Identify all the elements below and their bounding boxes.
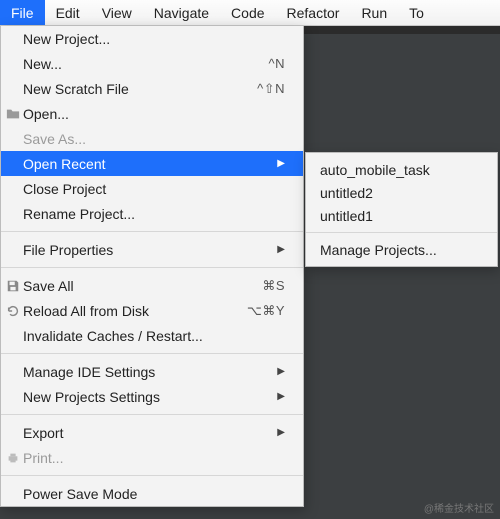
separator — [1, 414, 303, 415]
label: Rename Project... — [23, 206, 285, 222]
menu-item-open-recent[interactable]: Open Recent ▶ — [1, 151, 303, 176]
menu-tools[interactable]: To — [398, 0, 435, 25]
print-icon — [5, 450, 20, 465]
label: New Project... — [23, 31, 285, 47]
label: Save All — [23, 278, 262, 294]
menu-item-power-save[interactable]: Power Save Mode — [1, 481, 303, 506]
label: Export — [23, 425, 271, 441]
recent-project-item[interactable]: untitled1 — [306, 204, 497, 227]
folder-icon — [5, 106, 20, 121]
menu-run[interactable]: Run — [350, 0, 398, 25]
label: auto_mobile_task — [320, 162, 483, 178]
submenu-arrow-icon: ▶ — [277, 366, 285, 377]
menu-item-close-project[interactable]: Close Project — [1, 176, 303, 201]
shortcut: ^N — [269, 56, 286, 71]
submenu-arrow-icon: ▶ — [277, 158, 285, 169]
label: Save As... — [23, 131, 285, 147]
menu-item-manage-projects[interactable]: Manage Projects... — [306, 238, 497, 261]
menubar: File Edit View Navigate Code Refactor Ru… — [0, 0, 500, 26]
submenu-arrow-icon: ▶ — [277, 427, 285, 438]
label: New Projects Settings — [23, 389, 271, 405]
label: New Scratch File — [23, 81, 257, 97]
menu-file[interactable]: File — [0, 0, 45, 25]
menu-item-reload-all[interactable]: Reload All from Disk⌥⌘Y — [1, 298, 303, 323]
file-dropdown: New Project... New...^N New Scratch File… — [0, 26, 304, 507]
menu-item-print: Print... — [1, 445, 303, 470]
menu-view[interactable]: View — [91, 0, 143, 25]
menu-item-new-projects-settings[interactable]: New Projects Settings ▶ — [1, 384, 303, 409]
label: Reload All from Disk — [23, 303, 247, 319]
submenu-arrow-icon: ▶ — [277, 244, 285, 255]
menu-navigate[interactable]: Navigate — [143, 0, 220, 25]
label: Open... — [23, 106, 285, 122]
label: Close Project — [23, 181, 285, 197]
menu-item-manage-ide-settings[interactable]: Manage IDE Settings ▶ — [1, 359, 303, 384]
menu-item-new-project[interactable]: New Project... — [1, 26, 303, 51]
label: New... — [23, 56, 269, 72]
separator — [1, 353, 303, 354]
watermark: @稀金技术社区 — [424, 500, 494, 515]
label: Power Save Mode — [23, 486, 285, 502]
menu-item-open[interactable]: Open... — [1, 101, 303, 126]
menu-item-new[interactable]: New...^N — [1, 51, 303, 76]
menu-item-save-as: Save As... — [1, 126, 303, 151]
label: Manage Projects... — [320, 242, 483, 258]
shortcut: ⌥⌘Y — [247, 303, 285, 319]
shortcut: ⌘S — [262, 278, 285, 294]
menu-item-invalidate-caches[interactable]: Invalidate Caches / Restart... — [1, 323, 303, 348]
menu-edit[interactable]: Edit — [45, 0, 91, 25]
label: untitled2 — [320, 185, 483, 201]
reload-icon — [5, 303, 20, 318]
label: Open Recent — [23, 156, 271, 172]
label: Manage IDE Settings — [23, 364, 271, 380]
label: untitled1 — [320, 208, 483, 224]
menu-refactor[interactable]: Refactor — [276, 0, 351, 25]
menu-item-rename-project[interactable]: Rename Project... — [1, 201, 303, 226]
label: Print... — [23, 450, 285, 466]
separator — [1, 231, 303, 232]
label: Invalidate Caches / Restart... — [23, 328, 285, 344]
label: File Properties — [23, 242, 271, 258]
menu-code[interactable]: Code — [220, 0, 275, 25]
recent-project-item[interactable]: untitled2 — [306, 181, 497, 204]
separator — [1, 475, 303, 476]
separator — [306, 232, 497, 233]
recent-project-item[interactable]: auto_mobile_task — [306, 158, 497, 181]
shortcut: ^⇧N — [257, 81, 285, 97]
submenu-arrow-icon: ▶ — [277, 391, 285, 402]
menu-item-new-scratch[interactable]: New Scratch File^⇧N — [1, 76, 303, 101]
separator — [1, 267, 303, 268]
menu-item-export[interactable]: Export ▶ — [1, 420, 303, 445]
menu-item-save-all[interactable]: Save All⌘S — [1, 273, 303, 298]
menu-item-file-properties[interactable]: File Properties ▶ — [1, 237, 303, 262]
open-recent-submenu: auto_mobile_task untitled2 untitled1 Man… — [305, 152, 498, 267]
save-icon — [5, 278, 20, 293]
